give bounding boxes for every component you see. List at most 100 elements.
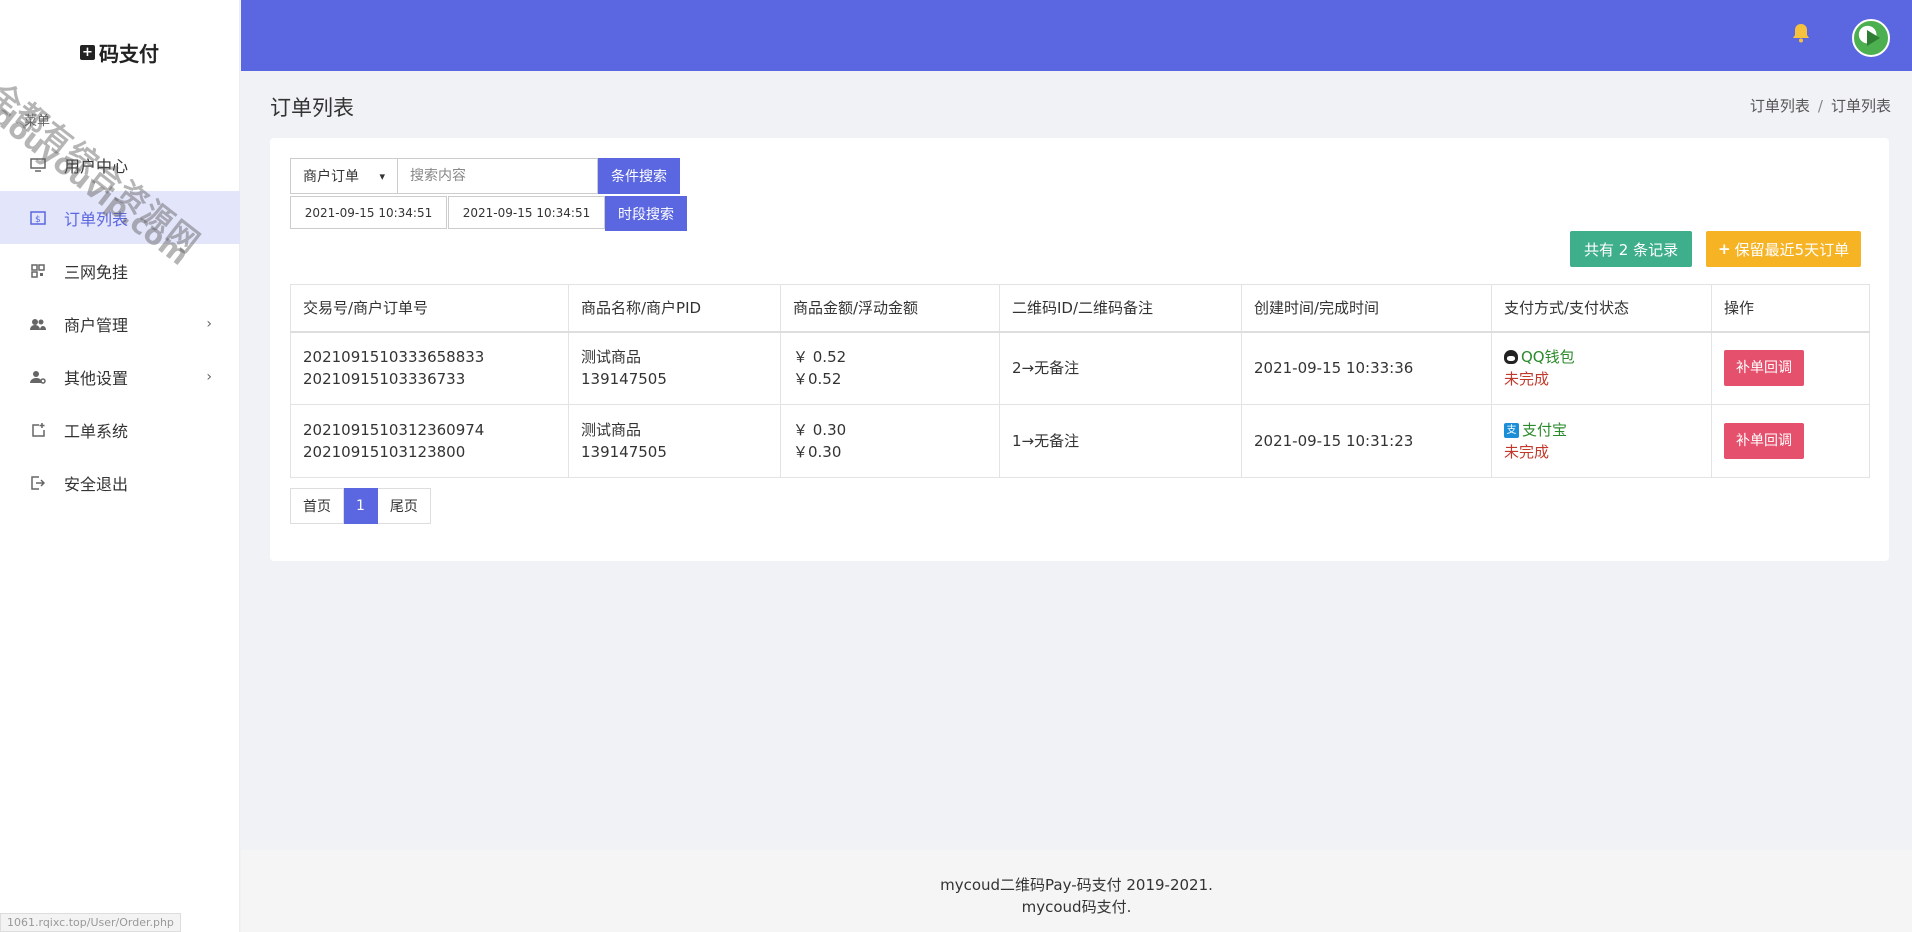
order-number: 20210915103336733 [303,370,466,389]
product-name: 测试商品 [581,421,642,439]
payment-status: 未完成 [1504,443,1550,461]
sidebar-item-label: 三网免挂 [64,262,129,282]
amount: ￥ 0.52 [793,348,847,367]
sidebar-item-label: 订单列表 [64,209,129,229]
user-settings-icon [30,369,46,385]
time-cell: 2021-09-15 10:33:36 [1241,331,1492,405]
payment-method: 支 支付宝 [1504,419,1699,441]
breadcrumb-item[interactable]: 订单列表 [1750,97,1810,115]
pagination: 首页 1 尾页 [290,488,431,524]
sidebar-item-free-hang[interactable]: 三网免挂 [0,244,240,297]
orders-table: 交易号/商户订单号 商品名称/商户PID 商品金额/浮动金额 二维码ID/二维码… [290,284,1870,478]
qrcode-cell: 2→无备注 [999,331,1242,405]
column-header: 交易号/商户订单号 [290,284,569,333]
keep-recent-label: 保留最近5天订单 [1734,240,1850,259]
amount-cell: ￥ 0.52 ￥0.52 [780,331,1000,405]
payment-status: 未完成 [1504,370,1550,389]
payment-cell: QQ钱包 未完成 [1491,331,1712,405]
last-page-button[interactable]: 尾页 [377,488,431,524]
payment-method-label: QQ钱包 [1521,348,1575,367]
trade-number: 2021091510312360974 [303,421,485,439]
logout-icon [30,475,46,491]
sidebar-item-label: 安全退出 [64,474,129,494]
plus-icon: + [1718,240,1731,258]
amount: ￥ 0.30 [793,421,847,439]
keep-recent-button[interactable]: + 保留最近5天订单 [1706,231,1862,267]
first-page-button[interactable]: 首页 [290,488,344,524]
avatar[interactable] [1852,19,1890,57]
action-cell: 补单回调 [1711,331,1870,405]
end-date-field[interactable]: 2021-09-15 10:34:51 [448,196,605,229]
table-row: 2021091510333658833 20210915103336733 测试… [290,331,1870,405]
sidebar-item-label: 其他设置 [64,368,129,388]
chevron-right-icon: › [206,368,212,385]
brand-logo[interactable]: + 码支付 [80,38,159,67]
column-header: 操作 [1711,284,1870,333]
search-button[interactable]: 条件搜索 [598,158,680,194]
search-input[interactable] [398,158,598,194]
float-amount: ￥0.30 [793,443,842,461]
float-amount: ￥0.52 [793,370,842,389]
date-filter: 2021-09-15 10:34:51 2021-09-15 10:34:51 … [290,196,687,231]
product-name: 测试商品 [581,348,642,367]
page-title: 订单列表 [270,96,354,120]
sidebar-item-label: 商户管理 [64,315,129,335]
payment-method: QQ钱包 [1504,346,1699,368]
footer: mycoud二维码Pay-码支付 2019-2021. mycoud码支付. [241,850,1912,932]
status-url: 1061.rqixc.top/User/Order.php [0,913,181,932]
callback-button[interactable]: 补单回调 [1724,423,1804,459]
search-type-value: 商户订单 [303,169,359,185]
chevron-down-icon: ▾ [379,169,385,183]
sidebar-item-other-settings[interactable]: 其他设置 › [0,350,240,403]
merchant-pid: 139147505 [581,370,667,389]
sidebar-item-user-center[interactable]: 用户中心 [0,138,240,191]
breadcrumb-item: 订单列表 [1830,97,1891,115]
payment-cell: 支 支付宝 未完成 [1491,404,1712,478]
table-row: 2021091510312360974 20210915103123800 测试… [290,404,1870,478]
sidebar-item-logout[interactable]: 安全退出 [0,456,240,509]
time-cell: 2021-09-15 10:31:23 [1241,404,1492,478]
merchant-pid: 139147505 [581,443,667,461]
sidebar-nav: 用户中心 $ 订单列表 三网免挂 商户管理 › 其他设置 › 工单系统 安全退出 [0,138,240,509]
current-page-button[interactable]: 1 [344,488,378,524]
search-type-select[interactable]: 商户订单 ▾ [290,158,398,194]
sidebar-item-orders[interactable]: $ 订单列表 [0,191,240,244]
column-header: 商品名称/商户PID [568,284,781,333]
footer-line2: mycoud码支付. [1021,898,1132,916]
column-header: 创建时间/完成时间 [1241,284,1492,333]
amount-cell: ￥ 0.30 ￥0.30 [780,404,1000,478]
trade-number-cell: 2021091510312360974 20210915103123800 [290,404,569,478]
product-cell: 测试商品 139147505 [568,331,781,405]
sidebar-item-ticket[interactable]: 工单系统 [0,403,240,456]
alipay-icon: 支 [1504,422,1519,438]
qrcode-cell: 1→无备注 [999,404,1242,478]
footer-line1: mycoud二维码Pay-码支付 2019-2021. [940,876,1213,894]
callback-button[interactable]: 补单回调 [1724,350,1804,387]
menu-caption: 菜单 [24,114,51,129]
order-number: 20210915103123800 [303,443,466,461]
qrcode-icon [30,263,46,279]
bell-icon[interactable] [1790,22,1814,46]
brand-icon: + [80,45,95,60]
record-count-badge: 共有 2 条记录 [1570,231,1693,267]
sidebar-item-label: 用户中心 [64,156,129,176]
topbar [241,0,1912,71]
users-icon [30,316,46,332]
table-header-row: 交易号/商户订单号 商品名称/商户PID 商品金额/浮动金额 二维码ID/二维码… [290,284,1870,333]
breadcrumb: 订单列表 / 订单列表 [1749,97,1891,115]
column-header: 二维码ID/二维码备注 [999,284,1242,333]
column-header: 支付方式/支付状态 [1491,284,1712,333]
order-icon: $ [30,210,46,226]
brand-name: 码支付 [99,42,159,66]
trade-number-cell: 2021091510333658833 20210915103336733 [290,331,569,405]
ticket-icon [30,422,46,438]
chevron-right-icon: › [206,315,212,332]
product-cell: 测试商品 139147505 [568,404,781,478]
monitor-icon [30,157,46,173]
sidebar-item-merchant[interactable]: 商户管理 › [0,297,240,350]
qq-icon [1504,350,1518,365]
column-header: 商品金额/浮动金额 [780,284,1000,333]
date-search-button[interactable]: 时段搜索 [605,196,687,231]
start-date-field[interactable]: 2021-09-15 10:34:51 [290,196,447,229]
action-cell: 补单回调 [1711,404,1870,478]
